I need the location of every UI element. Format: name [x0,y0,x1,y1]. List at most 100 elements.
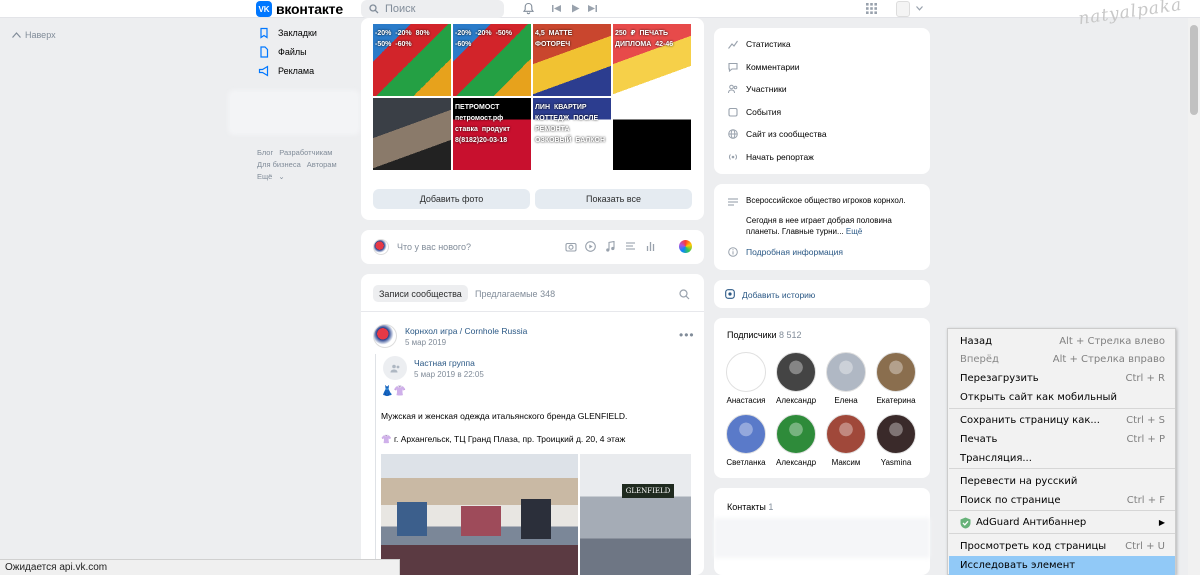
search-icon[interactable] [679,289,690,300]
photo-tile[interactable]: 4,5 MATTE ФОТОРЕЧ [533,24,611,96]
footer-more-button[interactable]: Ещё ⌄ [257,172,285,181]
context-menu-separator [949,408,1175,409]
photo-tile-caption: 4,5 MATTE ФОТОРЕЧ [535,30,573,48]
blurred-ad-block [228,90,360,135]
menu-item-statistics[interactable]: Статистика [728,39,791,49]
footer-link-authors[interactable]: Авторам [307,160,337,169]
play-icon[interactable] [571,4,580,13]
subscriber-item[interactable]: Максим [821,414,871,467]
context-menu-item[interactable]: Назад Alt + Стрелка влево [949,332,1175,351]
back-to-top-button[interactable]: Наверх [12,30,56,40]
more-options-icon[interactable]: ••• [679,328,695,342]
footer-link-business[interactable]: Для бизнеса [257,160,301,169]
avatar[interactable] [896,1,910,17]
chevron-down-icon[interactable] [916,6,923,11]
context-menu-item[interactable]: Исследовать элемент [949,556,1175,575]
description-more-link[interactable]: Ещё [846,227,862,236]
add-story-label: Добавить историю [742,290,816,300]
back-to-top-label: Наверх [25,30,56,40]
photo-tile[interactable]: ЛИН КВАРТИР КОТТЕДЖ ПОСЛЕ РЕМОНТА ОЗКОВЫ… [533,98,611,170]
context-menu-label: AdGuard Антибаннер [976,517,1087,528]
subscriber-item[interactable]: Александр [771,414,821,467]
subscriber-name: Александр [775,458,817,467]
menu-item-site[interactable]: Сайт из сообщества [728,129,827,139]
post-photo-store-interior[interactable] [381,454,578,575]
menu-item-comments[interactable]: Комментарии [728,62,800,72]
store-sign: GLENFIELD [622,484,674,498]
music-icon[interactable] [605,241,615,252]
tab-community-posts[interactable]: Записи сообщества [373,285,468,302]
subscriber-item[interactable]: Yasmina [871,414,921,467]
sidebar-item-ads[interactable]: Реклама [258,65,314,77]
context-menu-item[interactable]: Открыть сайт как мобильный [949,388,1175,407]
bookmark-icon [260,27,268,39]
poll-icon[interactable] [645,241,656,252]
context-menu-item[interactable]: AdGuard Антибаннер ▶ [949,513,1175,532]
context-menu-item[interactable]: Перезагрузить Ctrl + R [949,369,1175,388]
users-icon [390,364,399,372]
photo-tile[interactable]: -20% -20% -50% -60% [453,24,531,96]
post-composer[interactable]: Что у вас нового? [361,230,704,264]
sidebar-item-bookmarks[interactable]: Закладки [258,27,317,39]
context-menu-item[interactable]: Просмотреть код страницы Ctrl + U [949,537,1175,556]
context-menu-item[interactable]: Перевести на русский [949,472,1175,491]
add-story-card[interactable]: Добавить историю [714,280,930,308]
prev-icon[interactable] [552,4,561,13]
tab-suggested[interactable]: Предлагаемые 348 [475,289,555,299]
post-author-avatar[interactable] [373,324,397,348]
photo-tile[interactable] [373,98,451,170]
contacts-count: 1 [768,502,774,512]
description-line: Всероссийское общество игроков корнхол. [746,196,906,205]
menu-item-broadcast[interactable]: Начать репортаж [728,152,814,162]
menu-item-events[interactable]: События [728,107,781,117]
add-photo-button[interactable]: Добавить фото [373,189,530,209]
vk-logo-mark: VK [256,1,272,17]
video-icon[interactable] [585,241,596,252]
footer-link-developers[interactable]: Разработчикам [279,148,332,157]
context-menu-item: Вперёд Alt + Стрелка вправо [949,350,1175,369]
composer-placeholder[interactable]: Что у вас нового? [397,242,471,252]
post-author-link[interactable]: Корнхол игра / Cornhole Russia [405,326,527,336]
context-menu-item[interactable]: Сохранить страницу как... Ctrl + S [949,411,1175,430]
menu-item-members[interactable]: Участники [728,84,787,94]
info-icon [728,247,738,257]
repost-date[interactable]: 5 мар 2019 в 22:05 [414,370,484,379]
camera-icon[interactable] [565,241,577,252]
sidebar-item-files[interactable]: Файлы [258,46,307,58]
details-link[interactable]: Подробная информация [746,247,843,257]
subscriber-item[interactable]: Екатерина [871,352,921,405]
apps-grid-icon[interactable] [866,3,877,14]
photo-tile[interactable]: ПЕТРОМОСТ петромост.рф ставка продукт 8(… [453,98,531,170]
next-icon[interactable] [588,4,597,13]
subscriber-name: Yasmina [880,458,912,467]
footer-link-blog[interactable]: Блог [257,148,273,157]
bell-icon[interactable] [522,2,535,15]
context-menu-item[interactable]: Печать Ctrl + P [949,430,1175,449]
subscriber-item[interactable]: Анастасия [721,352,771,405]
palette-icon[interactable] [679,240,692,253]
subscribers-title[interactable]: Подписчики 8 512 [727,330,802,340]
repost-author-link[interactable]: Частная группа [414,358,475,368]
subscriber-item[interactable]: Александр [771,352,821,405]
scrollbar-thumb[interactable] [1190,25,1198,115]
search-input[interactable]: Поиск [361,0,504,18]
article-icon[interactable] [625,241,636,252]
context-menu-label: Вперёд [960,354,999,365]
context-menu-label: Открыть сайт как мобильный [960,392,1117,403]
post-photo-storefront[interactable]: GLENFIELD [580,454,691,575]
avatar [826,414,866,454]
repost-group-avatar[interactable] [383,356,407,380]
context-menu-item[interactable]: Трансляция... [949,449,1175,468]
photo-tile[interactable] [613,98,691,170]
context-menu-item[interactable]: Поиск по странице Ctrl + F [949,491,1175,510]
subscriber-item[interactable]: Елена [821,352,871,405]
menu-item-label: Участники [746,84,787,94]
subscriber-name: Максим [831,458,861,467]
post-date[interactable]: 5 мар 2019 [405,338,446,347]
vk-logo[interactable]: VK вконтакте [256,0,343,18]
photo-tile[interactable]: -20% -20% 80% -50% -60% [373,24,451,96]
show-all-photos-button[interactable]: Показать все [535,189,692,209]
subscriber-item[interactable]: Светланка [721,414,771,467]
contacts-title[interactable]: Контакты 1 [727,502,773,512]
photo-tile[interactable]: 250 ₽ ПЕЧАТЬ ДИПЛОМА 42-46 [613,24,691,96]
